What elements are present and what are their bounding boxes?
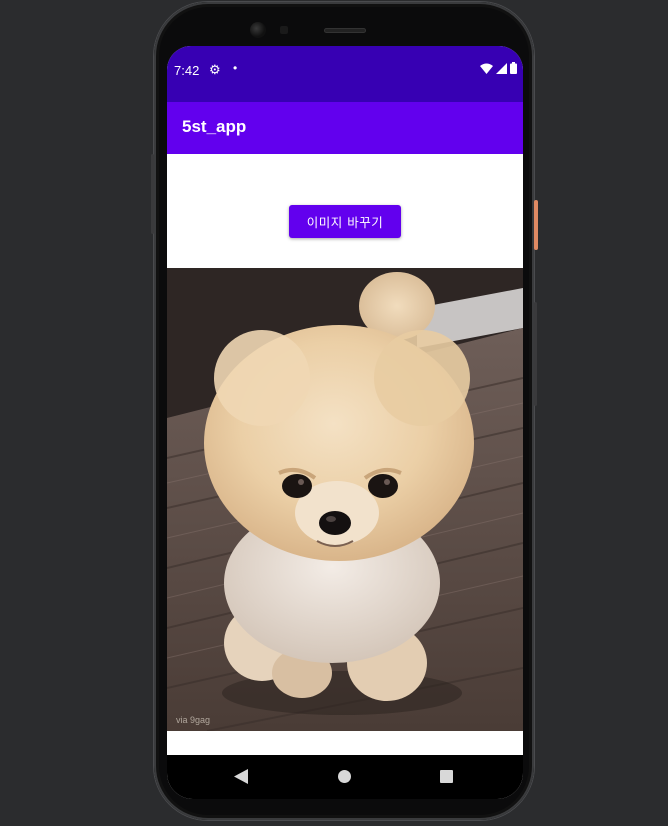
battery-icon	[510, 62, 517, 74]
app-bar: 5st_app	[167, 102, 523, 154]
cell-signal-icon	[496, 62, 507, 74]
volume-button	[534, 302, 537, 406]
navigation-bar	[167, 755, 523, 799]
status-icons	[480, 62, 517, 74]
front-camera	[250, 22, 266, 38]
power-button	[534, 200, 538, 250]
change-image-button[interactable]: 이미지 바꾸기	[289, 205, 401, 238]
image-watermark: via 9gag	[176, 715, 211, 725]
recents-icon[interactable]	[440, 770, 453, 783]
proximity-sensor	[280, 26, 288, 34]
power-button-top	[151, 154, 154, 234]
settings-gear-icon: ⚙	[209, 62, 221, 77]
dog-image: via 9gag	[167, 268, 523, 731]
app-title: 5st_app	[182, 117, 247, 136]
home-icon[interactable]	[338, 770, 351, 783]
wifi-icon	[480, 63, 493, 74]
device-screen: 7:42 ⚙ • 5st_app 이미지 바꾸기 via 9gag	[167, 46, 523, 799]
notification-dot-icon: •	[233, 61, 238, 75]
back-icon[interactable]	[234, 769, 248, 784]
status-time: 7:42	[174, 63, 200, 78]
status-bar: 7:42 ⚙ •	[167, 46, 523, 102]
main-content: 이미지 바꾸기 via 9gag	[167, 154, 523, 751]
earpiece-speaker	[324, 28, 366, 33]
